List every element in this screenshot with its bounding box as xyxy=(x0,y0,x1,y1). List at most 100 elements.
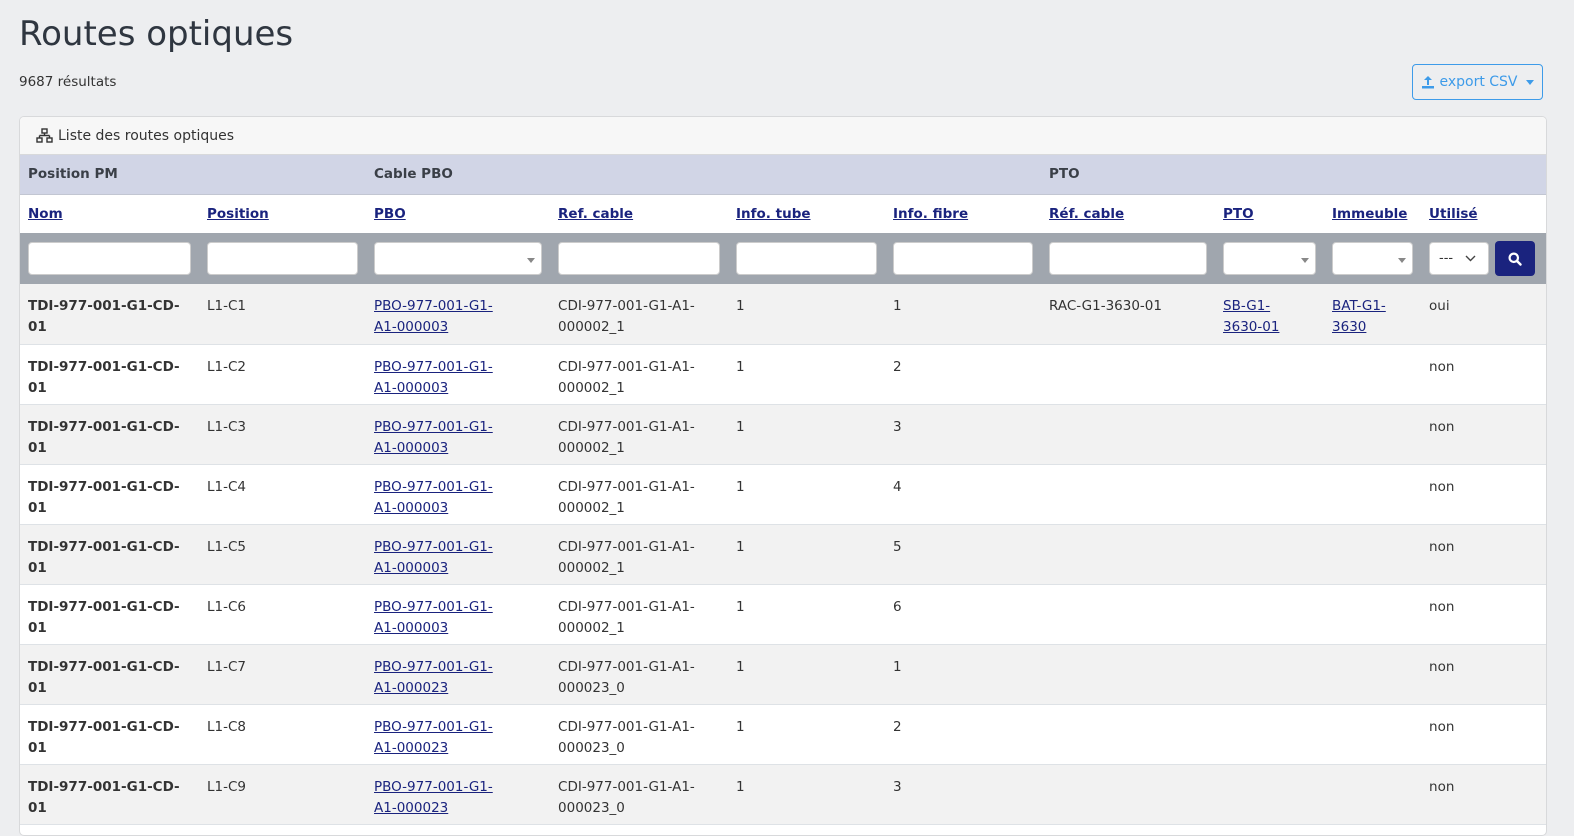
cell-utilise: non xyxy=(1421,584,1546,645)
cell-pto_ref xyxy=(1041,644,1216,705)
pbo-value[interactable]: PBO-977-001-G1-A1-000023 xyxy=(374,777,512,819)
filter-pbo-select[interactable] xyxy=(374,242,543,275)
pbo-value[interactable]: PBO-977-001-G1-A1-000003 xyxy=(374,417,512,459)
filter-utilise-select[interactable]: --- xyxy=(1429,242,1490,275)
position-value: L1-C2 xyxy=(207,358,246,375)
column-header: Nom xyxy=(20,194,199,233)
cell-pto xyxy=(1215,404,1325,465)
pbo-value[interactable]: PBO-977-001-G1-A1-000003 xyxy=(374,537,512,579)
pto-value[interactable]: SB-G1-3630-01 xyxy=(1223,296,1283,338)
ref-value: CDI-977-001-G1-A1-000023_0 xyxy=(558,778,695,816)
caret-down-icon xyxy=(1398,258,1407,263)
cell-immeuble xyxy=(1324,644,1422,705)
pbo-value[interactable]: PBO-977-001-G1-A1-000003 xyxy=(374,357,512,399)
cell-fibre: 5 xyxy=(885,524,1042,585)
filter-ref-cable[interactable] xyxy=(558,242,721,275)
chevron-down-icon xyxy=(1465,255,1476,262)
cell-nom: TDI-977-001-G1-CD-01 xyxy=(20,464,199,525)
cell-nom: TDI-977-001-G1-CD-01 xyxy=(20,344,199,405)
column-header: PBO xyxy=(366,194,551,233)
sort-link[interactable]: Ref. cable xyxy=(558,206,633,222)
tube-value: 1 xyxy=(736,598,745,615)
sort-link[interactable]: Immeuble xyxy=(1332,206,1407,222)
fibre-value: 4 xyxy=(893,478,902,495)
pbo-value[interactable]: PBO-977-001-G1-A1-000003 xyxy=(374,296,512,338)
filter-info-tube[interactable] xyxy=(736,242,878,275)
cell-nom: TDI-977-001-G1-CD-01 xyxy=(20,404,199,465)
nom-value: TDI-977-001-G1-CD-01 xyxy=(28,598,180,636)
pbo-value[interactable]: PBO-977-001-G1-A1-000003 xyxy=(374,597,512,639)
cell-utilise: non xyxy=(1421,704,1546,765)
cell-pto xyxy=(1215,704,1325,765)
cell-pbo: PBO-977-001-G1-A1-000003 xyxy=(366,524,551,585)
cell-fibre: 6 xyxy=(885,584,1042,645)
cell-pto xyxy=(1215,344,1325,405)
cell-position: L1-C8 xyxy=(199,704,367,765)
sort-link[interactable]: Info. fibre xyxy=(893,206,968,222)
cell-pto_ref xyxy=(1041,404,1216,465)
cell-position: L1-C4 xyxy=(199,464,367,525)
ref-value: CDI-977-001-G1-A1-000002_1 xyxy=(558,478,695,516)
nom-value: TDI-977-001-G1-CD-01 xyxy=(28,718,180,756)
filter-position[interactable] xyxy=(207,242,359,275)
nom-value: TDI-977-001-G1-CD-01 xyxy=(28,538,180,576)
group-position-pm: Position PM xyxy=(20,155,367,195)
cell-tube: 1 xyxy=(728,404,886,465)
filter-info-fibre[interactable] xyxy=(893,242,1034,275)
cell-pto_ref xyxy=(1041,524,1216,585)
cell-pto xyxy=(1215,524,1325,585)
ref-value: CDI-977-001-G1-A1-000002_1 xyxy=(558,598,695,636)
immeuble-value[interactable]: BAT-G1-3630 xyxy=(1332,296,1392,338)
cell-nom: TDI-977-001-G1-CD-01 xyxy=(20,584,199,645)
sort-link[interactable]: Réf. cable xyxy=(1049,206,1124,222)
position-value: L1-C5 xyxy=(207,538,246,555)
group-pto: PTO xyxy=(1041,155,1546,195)
cell-fibre: 4 xyxy=(885,464,1042,525)
cell-pto xyxy=(1215,644,1325,705)
export-csv-button[interactable]: export CSV xyxy=(1412,64,1543,100)
table-row: TDI-977-001-G1-CD-01 L1-C6 PBO-977-001-G1-… xyxy=(20,584,1546,645)
cell-ref: CDI-977-001-G1-A1-000023_0 xyxy=(550,644,729,705)
filter-pto-select[interactable] xyxy=(1223,242,1317,275)
cell-utilise: non xyxy=(1421,524,1546,585)
nom-value: TDI-977-001-G1-CD-01 xyxy=(28,358,180,396)
column-header: Ref. cable xyxy=(550,194,729,233)
pbo-value[interactable]: PBO-977-001-G1-A1-000003 xyxy=(374,477,512,519)
fibre-value: 2 xyxy=(893,718,902,735)
export-label: export CSV xyxy=(1439,74,1518,90)
column-header: Info. tube xyxy=(728,194,886,233)
fibre-value: 3 xyxy=(893,778,902,795)
filter-nom[interactable] xyxy=(28,242,191,275)
sort-link[interactable]: Position xyxy=(207,206,269,222)
column-header: PTO xyxy=(1215,194,1325,233)
ref-value: CDI-977-001-G1-A1-000002_1 xyxy=(558,418,695,456)
cell-tube: 1 xyxy=(728,344,886,405)
cell-fibre: 2 xyxy=(885,704,1042,765)
cell-position: L1-C6 xyxy=(199,584,367,645)
cell-pbo: PBO-977-001-G1-A1-000003 xyxy=(366,404,551,465)
pbo-value[interactable]: PBO-977-001-G1-A1-000023 xyxy=(374,717,512,759)
position-value: L1-C1 xyxy=(207,298,246,314)
utilise-value: non xyxy=(1429,478,1455,495)
table-row: TDI-977-001-G1-CD-01 L1-C9 PBO-977-001-G1-… xyxy=(20,764,1546,825)
ref-value: CDI-977-001-G1-A1-000023_0 xyxy=(558,658,695,696)
ref-value: CDI-977-001-G1-A1-000002_1 xyxy=(558,298,695,335)
filter-pto-ref-cable[interactable] xyxy=(1049,242,1208,275)
table-row: TDI-977-001-G1-CD-01 L1-C8 PBO-977-001-G1-… xyxy=(20,704,1546,765)
sort-link[interactable]: Utilisé xyxy=(1429,206,1478,222)
tube-value: 1 xyxy=(736,538,745,555)
cell-ref: CDI-977-001-G1-A1-000002_1 xyxy=(550,584,729,645)
caret-down-icon xyxy=(1301,258,1310,263)
pbo-value[interactable]: PBO-977-001-G1-A1-000023 xyxy=(374,657,512,699)
sort-link[interactable]: Nom xyxy=(28,206,63,222)
utilise-value: non xyxy=(1429,598,1455,615)
sort-link[interactable]: Info. tube xyxy=(736,206,811,222)
page-title: Routes optiques xyxy=(19,14,294,54)
sort-link[interactable]: PTO xyxy=(1223,206,1254,222)
filter-immeuble-select[interactable] xyxy=(1332,242,1414,275)
table-row: TDI-977-001-G1-CD-01 L1-C3 PBO-977-001-G1-… xyxy=(20,404,1546,465)
cell-utilise: non xyxy=(1421,344,1546,405)
search-button[interactable] xyxy=(1495,241,1536,276)
ref-value: CDI-977-001-G1-A1-000002_1 xyxy=(558,538,695,576)
sort-link[interactable]: PBO xyxy=(374,206,406,222)
